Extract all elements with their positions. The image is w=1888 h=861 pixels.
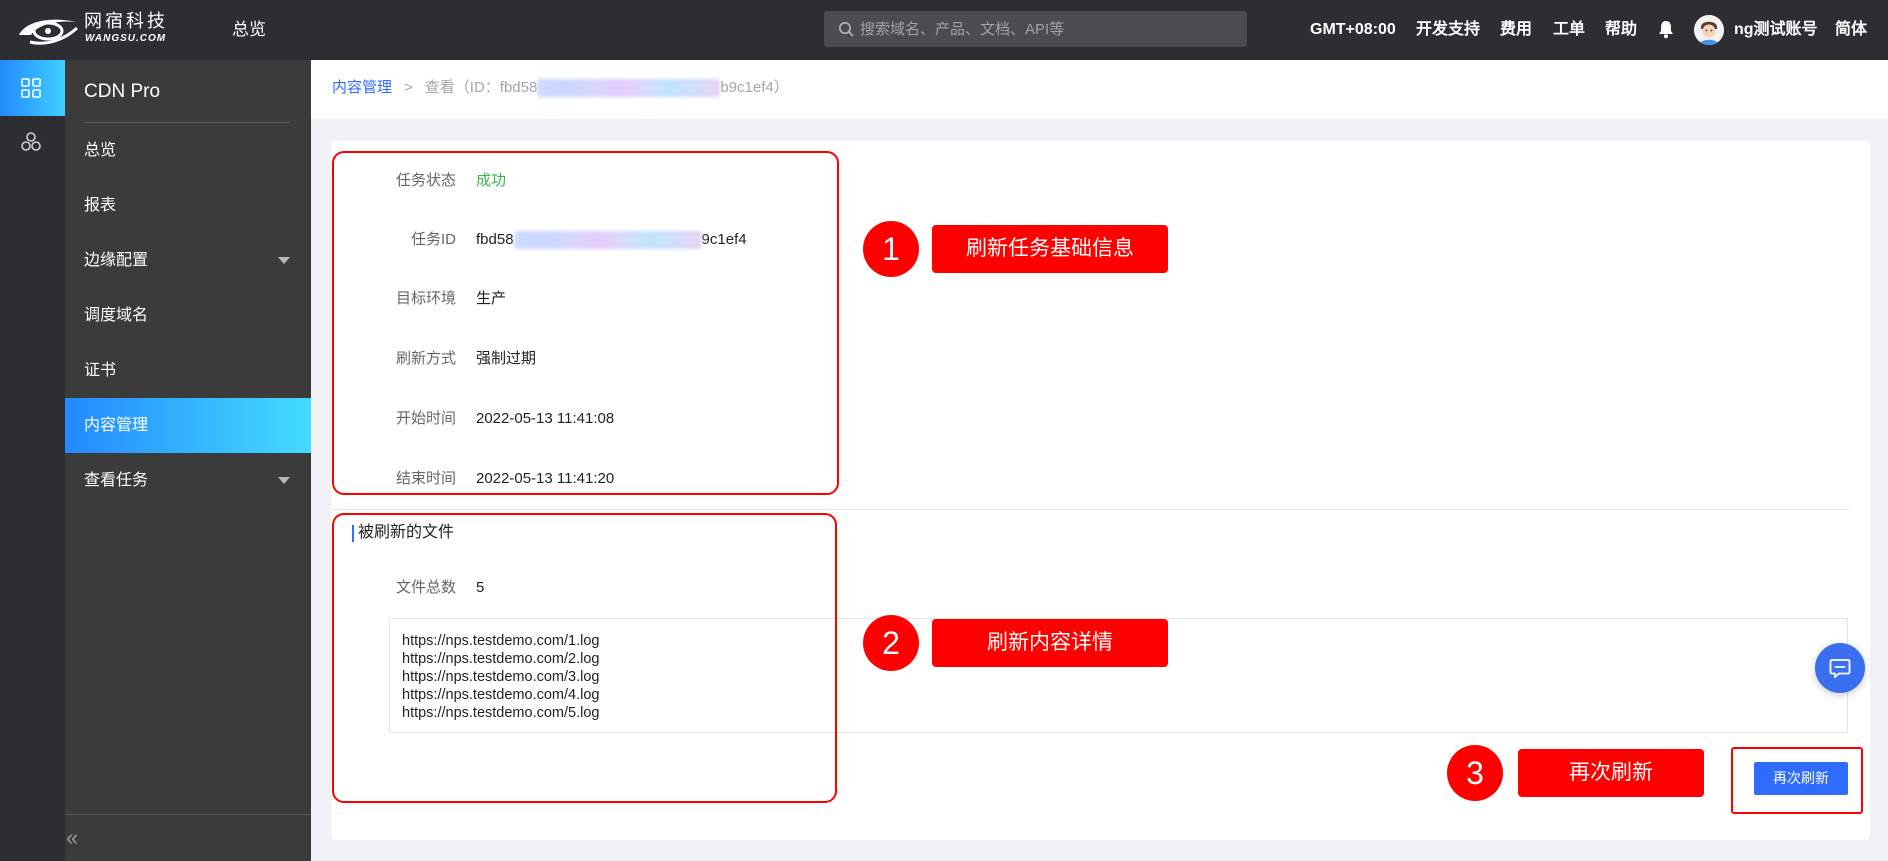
sidebar-item-label: 报表 xyxy=(84,197,117,214)
language-switch[interactable]: 简体 xyxy=(1835,19,1867,41)
annotation-label: 再次刷新 xyxy=(1518,749,1704,797)
sidebar-item-label: 边缘配置 xyxy=(84,252,149,269)
rail-item-dashboard[interactable] xyxy=(0,60,65,116)
sidebar-item-reports[interactable]: 报表 xyxy=(65,178,311,233)
annotation-number: 2 xyxy=(863,615,919,671)
billing-link[interactable]: 费用 xyxy=(1500,19,1532,41)
dev-support-link[interactable]: 开发支持 xyxy=(1416,19,1480,41)
help-link[interactable]: 帮助 xyxy=(1605,19,1637,41)
avatar-icon[interactable] xyxy=(1694,15,1724,45)
sidebar-item-label: 调度域名 xyxy=(84,307,149,324)
section-divider xyxy=(331,509,1850,510)
sidebar-item-certificates[interactable]: 证书 xyxy=(65,343,311,398)
breadcrumb-current-prefix: 查看（ID：fbd58 xyxy=(424,79,538,96)
annotation-number: 3 xyxy=(1447,745,1503,801)
sidebar-item-overview[interactable]: 总览 xyxy=(65,123,311,178)
annotation-number: 1 xyxy=(863,221,919,277)
breadcrumb-bar: 内容管理 > 查看（ID：fbd58 b9c1ef4） xyxy=(311,60,1888,120)
sidebar-footer-divider xyxy=(65,814,311,815)
chat-bubble-icon xyxy=(1829,659,1851,678)
sidebar-item-content-management[interactable]: 内容管理 xyxy=(65,398,311,453)
support-chat-button[interactable] xyxy=(1815,643,1865,693)
ticket-link[interactable]: 工单 xyxy=(1553,19,1585,41)
breadcrumb-current-suffix: b9c1ef4） xyxy=(720,79,789,96)
sidebar-item-label: 查看任务 xyxy=(84,472,149,489)
sidebar-item-edge-config[interactable]: 边缘配置 xyxy=(65,233,311,288)
logo-text-en: WANGSU.COM xyxy=(85,33,167,44)
breadcrumb: 内容管理 > 查看（ID：fbd58 b9c1ef4） xyxy=(332,78,789,98)
search-icon xyxy=(839,22,854,37)
sidebar-item-view-tasks[interactable]: 查看任务 xyxy=(65,453,311,508)
sidebar-item-label: 总览 xyxy=(84,142,117,159)
product-rail xyxy=(0,60,65,861)
top-bar: 网宿科技 WANGSU.COM 总览 GMT+08:00 开发支持 费用 工单 … xyxy=(0,0,1888,60)
sidebar-item-dispatch-domains[interactable]: 调度域名 xyxy=(65,288,311,343)
double-chevron-left-icon[interactable]: « xyxy=(66,826,78,850)
search-input[interactable] xyxy=(860,11,1240,47)
timezone-selector[interactable]: GMT+08:00 xyxy=(1310,19,1396,41)
wangsu-logo-icon[interactable] xyxy=(16,13,80,47)
redacted-id-blur xyxy=(537,79,721,97)
sidebar-item-label: 内容管理 xyxy=(84,417,149,434)
logo-text-cn: 网宿科技 xyxy=(84,11,168,32)
cluster-icon[interactable] xyxy=(20,131,42,153)
sidebar-menu: 总览 报表 边缘配置 调度域名 证书 内容管理 查看任务 xyxy=(65,123,311,508)
caret-down-icon xyxy=(278,257,290,264)
account-menu[interactable]: ng测试账号 xyxy=(1734,19,1818,41)
breadcrumb-parent-link[interactable]: 内容管理 xyxy=(332,78,392,98)
caret-down-icon xyxy=(278,477,290,484)
bell-icon[interactable] xyxy=(1657,19,1675,39)
annotation-label: 刷新任务基础信息 xyxy=(932,225,1168,273)
global-search[interactable] xyxy=(824,11,1247,47)
annotation-label: 刷新内容详情 xyxy=(932,619,1168,667)
annotation-box-basic-info xyxy=(332,151,839,495)
breadcrumb-separator: > xyxy=(404,79,413,96)
sidebar-title: CDN Pro xyxy=(84,81,161,102)
sidebar-item-label: 证书 xyxy=(84,362,117,379)
grid-icon xyxy=(21,78,41,98)
sidebar: CDN Pro 总览 报表 边缘配置 调度域名 证书 内容管理 查看任务 xyxy=(65,60,311,861)
top-nav-overview[interactable]: 总览 xyxy=(232,19,266,41)
annotation-box-content-details xyxy=(332,513,837,803)
annotation-box-refresh-button xyxy=(1731,747,1863,814)
